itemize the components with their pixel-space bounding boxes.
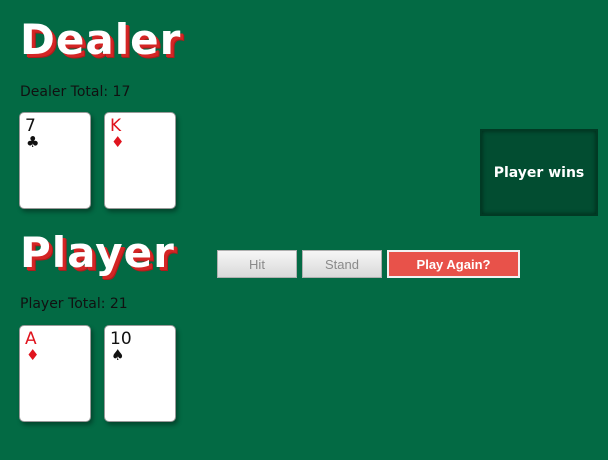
dealer-card-1: 7 ♣: [19, 112, 91, 209]
result-message: Player wins: [480, 129, 598, 216]
play-again-button[interactable]: Play Again?: [387, 250, 520, 278]
dealer-total: Dealer Total: 17: [20, 84, 131, 100]
stand-button[interactable]: Stand: [302, 250, 382, 278]
dealer-card-2: K ♦: [104, 112, 176, 209]
hit-button[interactable]: Hit: [217, 250, 297, 278]
player-card-1: A ♦: [19, 325, 91, 422]
diamond-suit-icon: ♦: [26, 346, 40, 364]
diamond-suit-icon: ♦: [111, 133, 125, 151]
dealer-title: Dealer: [20, 15, 182, 64]
player-total: Player Total: 21: [20, 296, 128, 312]
player-title: Player: [20, 228, 175, 277]
spade-suit-icon: ♠: [111, 346, 125, 364]
club-suit-icon: ♣: [26, 133, 40, 151]
player-card-2: 10 ♠: [104, 325, 176, 422]
